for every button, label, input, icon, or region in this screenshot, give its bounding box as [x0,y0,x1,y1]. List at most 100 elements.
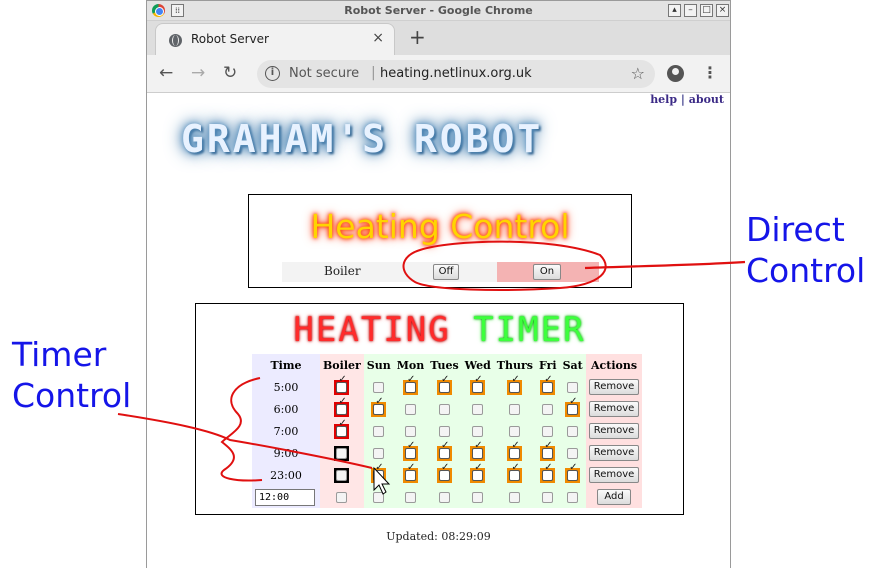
sat-cell [559,398,586,420]
info-icon[interactable]: i [265,66,280,81]
sat-checkbox[interactable] [567,469,579,481]
close-tab-icon[interactable]: × [372,30,384,46]
collapse-icon[interactable]: ▴ [668,4,681,17]
sun-checkbox[interactable] [373,426,385,437]
thurs-checkbox[interactable] [509,381,521,393]
sat-checkbox[interactable] [567,403,579,415]
new-tues-checkbox[interactable] [438,492,450,503]
timer-row: 6:00 Remove [252,398,643,420]
wed-highlight [470,379,486,395]
wed-highlight [470,445,486,461]
new-sun-cell [363,486,394,508]
reload-icon[interactable]: ↻ [223,63,237,83]
sat-checkbox[interactable] [567,426,579,437]
boiler-checkbox[interactable] [336,403,348,415]
tues-cell [427,398,462,420]
fri-checkbox[interactable] [542,469,554,481]
new-mon-cell [393,486,428,508]
address-bar[interactable]: i Not secure | heating.netlinux.org.uk ☆ [257,60,655,88]
boiler-row: Boiler Off On [282,262,599,282]
row-time: 7:00 [252,420,320,442]
header-fri: Fri [535,354,560,376]
boiler-checkbox[interactable] [336,381,348,393]
new-thurs-checkbox[interactable] [509,492,521,503]
new-time-input[interactable]: 12:00 [255,488,315,506]
boiler-on-button[interactable]: On [533,264,561,280]
tues-checkbox[interactable] [438,447,450,459]
remove-button[interactable]: Remove [588,379,640,395]
mon-checkbox[interactable] [405,426,416,437]
bookmark-star-icon[interactable]: ☆ [631,64,645,83]
fri-checkbox[interactable] [542,426,554,437]
thurs-checkbox[interactable] [509,447,521,459]
about-link[interactable]: about [689,93,724,106]
direct-annotation-line1: Direct [746,210,845,249]
sun-checkbox[interactable] [373,469,385,481]
header-wed: Wed [461,354,494,376]
new-wed-cell [461,486,494,508]
heating-timer-panel: HEATING TIMER Time Boiler Sun Mon Tues Wed Thu… [195,303,684,515]
new-time-cell: 12:00 [252,486,320,508]
header-sat: Sat [559,354,586,376]
new-wed-checkbox[interactable] [472,492,484,503]
sat-checkbox[interactable] [567,448,579,459]
forward-icon[interactable]: → [191,63,205,83]
mon-checkbox[interactable] [405,447,416,459]
remove-button[interactable]: Remove [588,467,640,483]
mon-checkbox[interactable] [405,404,416,415]
boiler-off-button[interactable]: Off [433,264,459,280]
help-link[interactable]: help [650,93,677,106]
tues-highlight [436,467,452,483]
tues-checkbox[interactable] [438,381,450,393]
mon-checkbox[interactable] [405,381,416,393]
add-button[interactable]: Add [597,489,631,505]
sun-checkbox[interactable] [373,403,385,415]
remove-button[interactable]: Remove [588,445,640,461]
maximize-icon[interactable]: □ [700,4,713,17]
wed-checkbox[interactable] [472,381,484,393]
tues-cell [427,420,462,442]
account-icon[interactable] [667,65,684,82]
boiler-cell [320,420,364,442]
new-sat-checkbox[interactable] [567,492,579,503]
mon-checkbox[interactable] [405,469,416,481]
new-tues-cell [427,486,462,508]
tues-checkbox[interactable] [438,404,450,415]
sun-checkbox[interactable] [373,448,385,459]
sat-checkbox[interactable] [567,382,579,393]
sun-checkbox[interactable] [373,382,385,393]
tues-checkbox[interactable] [438,426,450,437]
url-text[interactable]: heating.netlinux.org.uk [380,66,532,81]
thurs-cell [493,442,536,464]
tues-checkbox[interactable] [438,469,450,481]
new-boiler-cell [320,486,364,508]
remove-button[interactable]: Remove [588,401,640,417]
fri-checkbox[interactable] [542,447,554,459]
thurs-checkbox[interactable] [509,469,521,481]
menu-kebab-icon[interactable]: ⋮ [702,63,718,82]
header-mon: Mon [393,354,428,376]
wed-checkbox[interactable] [472,447,484,459]
remove-button[interactable]: Remove [588,423,640,439]
boiler-checkbox[interactable] [336,469,348,481]
wed-checkbox[interactable] [472,469,484,481]
boiler-checkbox[interactable] [336,447,348,459]
tab-robot-server[interactable]: Robot Server × [155,23,395,55]
thurs-checkbox[interactable] [509,404,521,415]
fri-checkbox[interactable] [542,381,554,393]
new-mon-checkbox[interactable] [405,492,416,503]
wed-checkbox[interactable] [472,426,484,437]
timer-row: 7:00 Remove [252,420,643,442]
wed-checkbox[interactable] [472,404,484,415]
back-icon[interactable]: ← [159,63,173,83]
close-window-icon[interactable]: × [716,4,729,17]
new-sun-checkbox[interactable] [373,492,385,503]
new-fri-checkbox[interactable] [542,492,554,503]
fri-checkbox[interactable] [542,404,554,415]
new-boiler-checkbox[interactable] [336,492,348,503]
boiler-checkbox[interactable] [336,425,348,437]
new-tab-icon[interactable]: + [409,25,426,49]
minimize-icon[interactable]: – [684,4,697,17]
thurs-checkbox[interactable] [509,426,521,437]
mon-cell [393,442,428,464]
